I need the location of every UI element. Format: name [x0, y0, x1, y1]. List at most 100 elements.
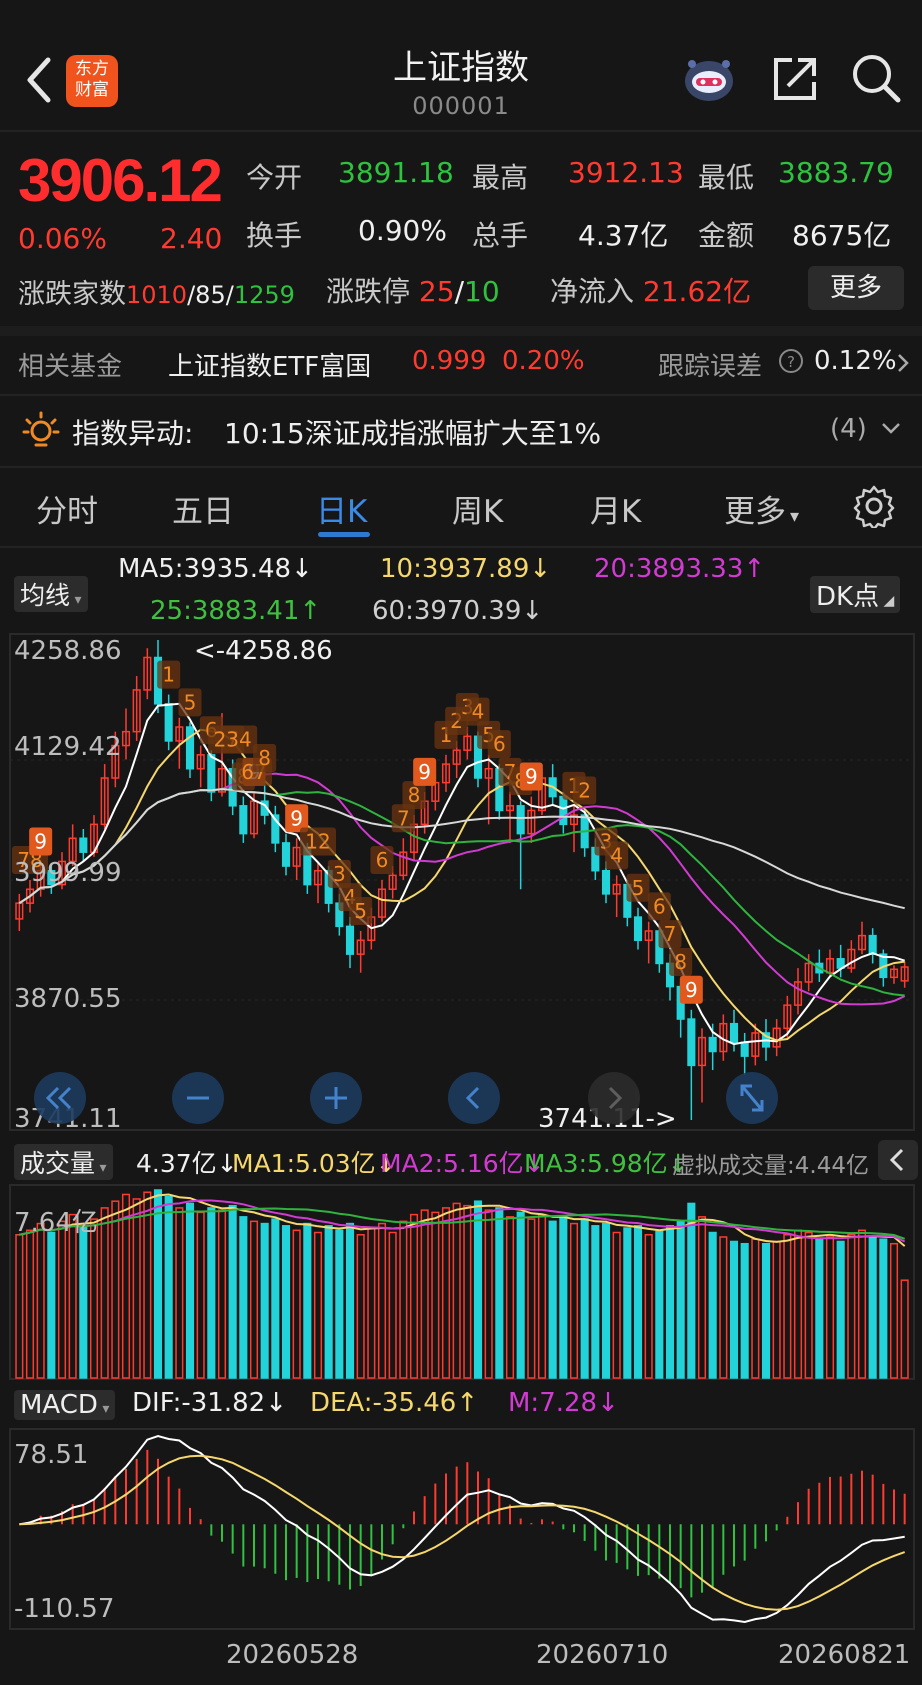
volume-bar	[409, 1213, 419, 1379]
volume-bar	[740, 1242, 749, 1379]
volume-bar	[633, 1225, 643, 1379]
net-inflow[interactable]: 净流入 21.62亿	[550, 270, 751, 310]
zoom-in-button[interactable]	[310, 1072, 362, 1124]
tab-monthly-k[interactable]: 月K	[590, 486, 641, 531]
volume-bar	[111, 1200, 120, 1379]
share-icon[interactable]	[770, 54, 820, 104]
date-label-3: 20260821	[778, 1640, 911, 1670]
volume-bar	[143, 1191, 152, 1379]
volume-bar	[516, 1211, 525, 1379]
limit-down-count: 10	[464, 275, 500, 308]
volume-bar	[89, 1218, 99, 1379]
svg-text:4: 4	[610, 843, 623, 867]
help-icon[interactable]: ?	[778, 348, 804, 374]
section-divider	[0, 326, 922, 336]
turnover-label: 换手	[246, 219, 303, 252]
more-button[interactable]: 更多	[808, 266, 904, 310]
volume-bar	[548, 1220, 557, 1379]
volume-bar	[793, 1229, 803, 1379]
volume-bar	[292, 1229, 301, 1379]
tab-five-day[interactable]: 五日	[172, 486, 234, 531]
fund-name[interactable]: 上证指数ETF富国	[168, 346, 371, 383]
volume-bar	[495, 1207, 504, 1379]
ai-assistant-robot-icon[interactable]	[682, 52, 736, 106]
macd-selector-label: MACD	[20, 1390, 98, 1420]
svg-text:5: 5	[184, 690, 197, 714]
candle-body	[345, 925, 355, 955]
td-sequence-label: 12	[300, 827, 336, 856]
change-percent: 0.06%	[18, 222, 107, 255]
ma60-line	[18, 788, 905, 910]
candlestick-chart[interactable]: 7891567892346789123456789123456789123456…	[0, 632, 922, 1132]
tab-weekly-k[interactable]: 周K	[452, 486, 503, 531]
limit-up-down[interactable]: 涨跌停 25/10	[326, 270, 500, 310]
volume-bar	[420, 1209, 429, 1379]
td-sequence-label: 9	[29, 827, 53, 856]
scroll-left-fast-button[interactable]	[34, 1072, 86, 1124]
breadth-flat: 85	[195, 281, 226, 309]
macd-dif: DIF:-31.82↓	[132, 1388, 287, 1418]
chevron-right-icon[interactable]	[896, 352, 910, 374]
tracking-error-value: 0.12%	[814, 346, 897, 376]
volume-ma3-line	[19, 1207, 906, 1240]
breadth-down: 1259	[233, 281, 295, 309]
tab-more[interactable]: 更多 ▾	[724, 486, 799, 531]
ma5-value: MA5:3935.48↓	[118, 554, 313, 584]
td-sequence-label: 2	[573, 776, 597, 805]
td-sequence-label: 6	[487, 730, 511, 759]
date-label-1: 20260528	[226, 1640, 359, 1670]
svg-text:6: 6	[376, 848, 389, 872]
volume-bar	[879, 1238, 888, 1379]
settings-gear-icon[interactable]	[852, 484, 896, 528]
macd-chart[interactable]	[0, 1428, 922, 1630]
macd-dea-line	[19, 1454, 906, 1611]
volume-bar	[25, 1229, 35, 1379]
expand-chart-button[interactable]	[726, 1072, 778, 1124]
scroll-right-button[interactable]	[588, 1072, 640, 1124]
breadth[interactable]: 涨跌家数1010/85/1259	[18, 272, 295, 311]
volume-bar	[527, 1218, 536, 1379]
volume-bar	[761, 1242, 771, 1379]
active-tab-indicator	[318, 532, 370, 537]
volume-bar	[207, 1207, 216, 1379]
volume-bar	[804, 1231, 813, 1379]
alert-text[interactable]: 10:15深证成指涨幅扩大至1%	[224, 412, 601, 452]
search-icon[interactable]	[850, 52, 902, 104]
svg-text:6: 6	[653, 894, 666, 918]
volume-ma2: MA2:5.16亿↓	[380, 1149, 545, 1178]
tab-daily-k[interactable]: 日K	[316, 486, 367, 531]
macd-selector[interactable]: MACD ▾	[14, 1390, 116, 1420]
date-label-2: 20260710	[536, 1640, 669, 1670]
volume-bar	[601, 1222, 611, 1379]
volume-selector[interactable]: 成交量 ▾	[14, 1144, 113, 1180]
candle-body	[516, 805, 525, 835]
zoom-out-button[interactable]	[172, 1072, 224, 1124]
scroll-left-button[interactable]	[448, 1072, 500, 1124]
alert-count[interactable]: (4)	[830, 414, 867, 444]
price-axis-top: 4258.86	[14, 636, 122, 666]
svg-text:?: ?	[787, 353, 795, 371]
volume-bar	[591, 1225, 600, 1379]
ma60-value: 60:3970.39↓	[372, 596, 544, 626]
candle-body	[207, 754, 216, 793]
ma20-value: 20:3893.33↑	[594, 554, 766, 584]
volume-bar	[463, 1204, 472, 1379]
volume-bar	[388, 1231, 397, 1379]
volume-bar	[729, 1240, 739, 1379]
volume-chart[interactable]	[0, 1184, 922, 1380]
svg-text:4: 4	[472, 700, 485, 724]
indicator-selector[interactable]: 均线 ▾	[14, 576, 88, 612]
limit-label: 涨跌停	[326, 275, 411, 308]
candle-body	[79, 837, 88, 853]
volume-ma1-line	[19, 1193, 906, 1247]
volume-bar	[175, 1207, 184, 1379]
expand-arrows-icon	[740, 1084, 764, 1112]
tab-intraday[interactable]: 分时	[36, 486, 98, 531]
dk-point-toggle[interactable]: DK点 ◢	[810, 576, 901, 613]
chevron-down-icon[interactable]	[880, 420, 902, 436]
volume-bar	[281, 1225, 291, 1379]
collapse-panel-button[interactable]	[878, 1140, 918, 1180]
td-sequence-label: 6	[370, 845, 394, 874]
open-value: 3891.18	[338, 156, 454, 189]
volume-bar	[303, 1222, 312, 1379]
